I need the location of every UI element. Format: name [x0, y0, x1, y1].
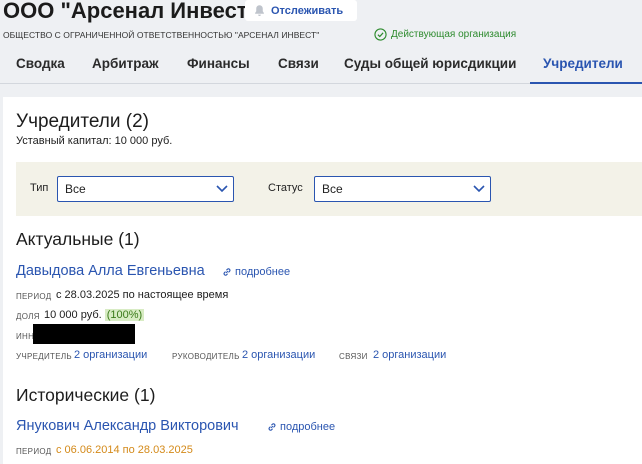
- share-percent: (100%): [104, 309, 145, 321]
- founder-of-label: УЧРЕДИТЕЛЬ: [16, 352, 72, 361]
- inn-label: ИНН: [16, 332, 35, 341]
- company-full-name: ОБЩЕСТВО С ОГРАНИЧЕННОЙ ОТВЕТСТВЕННОСТЬЮ…: [3, 30, 320, 40]
- type-filter-select[interactable]: Все: [57, 176, 234, 202]
- chevron-down-icon: [216, 185, 228, 193]
- link-icon: [223, 268, 231, 276]
- details-link[interactable]: подробнее: [222, 266, 290, 278]
- check-circle-icon: [374, 28, 387, 41]
- status-filter-label: Статус: [268, 182, 303, 194]
- tab-general-courts[interactable]: Суды общей юрисдикции: [344, 56, 516, 71]
- founders-panel: [3, 97, 642, 464]
- type-filter-value: Все: [65, 182, 86, 196]
- bell-icon: [255, 5, 264, 16]
- historical-founder-name-link[interactable]: Янукович Александр Викторович: [16, 418, 239, 434]
- tab-bar: Сводка Арбитраж Финансы Связи Суды общей…: [0, 50, 642, 84]
- tab-connections[interactable]: Связи: [278, 56, 319, 71]
- historical-founders-heading: Исторические (1): [16, 385, 156, 405]
- period-value: с 28.03.2025 по настоящее время: [56, 289, 229, 301]
- manager-of-link[interactable]: 2 организации: [242, 349, 315, 361]
- historical-details-label: подробнее: [280, 421, 336, 433]
- status-filter-select[interactable]: Все: [314, 176, 491, 202]
- inn-redacted: [33, 324, 135, 344]
- chevron-down-icon: [473, 185, 485, 193]
- status-badge: Действующая организация: [374, 28, 516, 41]
- company-header: ООО "Арсенал Инвест" Отслеживать ОБЩЕСТВ…: [0, 0, 642, 90]
- details-label: подробнее: [235, 266, 291, 278]
- current-founders-heading: Актуальные (1): [16, 229, 140, 249]
- share-label: ДОЛЯ: [16, 312, 40, 321]
- manager-of-label: РУКОВОДИТЕЛЬ: [172, 352, 240, 361]
- link-icon: [268, 423, 276, 431]
- historical-period-value: с 06.06.2014 по 28.03.2025: [56, 444, 193, 456]
- tab-founders[interactable]: Учредители: [543, 56, 623, 71]
- status-text: Действующая организация: [391, 29, 517, 40]
- type-filter-label: Тип: [30, 182, 49, 194]
- follow-label: Отслеживать: [271, 4, 344, 17]
- founders-heading: Учредители (2): [16, 111, 150, 132]
- company-title: ООО "Арсенал Инвест": [3, 0, 259, 23]
- historical-period-label: ПЕРИОД: [16, 447, 52, 456]
- founder-of-link[interactable]: 2 организации: [74, 349, 147, 361]
- status-filter-value: Все: [322, 182, 343, 196]
- tab-finance[interactable]: Финансы: [187, 56, 250, 71]
- period-label: ПЕРИОД: [16, 292, 52, 301]
- share-value: 10 000 руб. (100%): [44, 309, 145, 321]
- tab-arbitration[interactable]: Арбитраж: [92, 56, 159, 71]
- active-tab-indicator: [530, 82, 642, 84]
- follow-button[interactable]: Отслеживать: [245, 0, 357, 21]
- historical-details-link[interactable]: подробнее: [267, 421, 335, 433]
- authorized-capital: Уставный капитал: 10 000 руб.: [16, 135, 173, 147]
- tab-summary[interactable]: Сводка: [16, 56, 65, 71]
- connections-label: СВЯЗИ: [339, 352, 368, 361]
- connections-link[interactable]: 2 организации: [373, 349, 446, 361]
- founder-name-link[interactable]: Давыдова Алла Евгеньевна: [16, 263, 205, 279]
- share-amount: 10 000 руб.: [44, 309, 102, 321]
